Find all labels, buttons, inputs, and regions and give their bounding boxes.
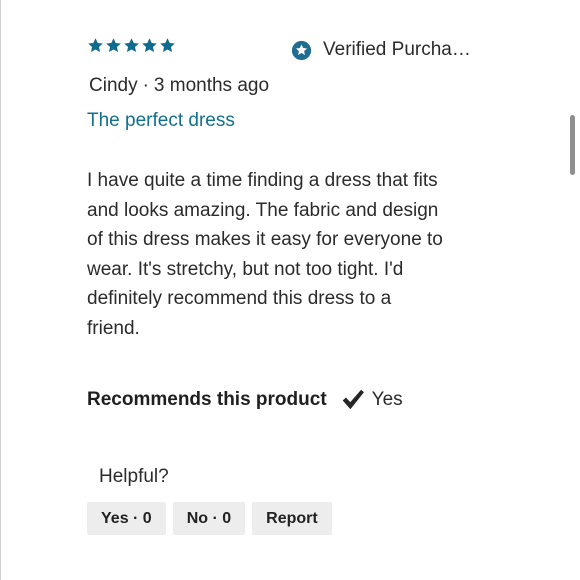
meta-separator: ·	[142, 75, 149, 96]
checkmark-icon	[340, 387, 366, 413]
recommends-value: Yes	[371, 389, 403, 410]
helpful-prompt: Helpful?	[99, 466, 169, 487]
verified-star-icon	[291, 40, 312, 61]
star-rating	[87, 37, 176, 54]
star-icon	[123, 37, 140, 54]
verified-purchase-badge: Verified Purcha…	[291, 39, 471, 61]
star-icon	[159, 37, 176, 54]
helpful-yes-button[interactable]: Yes · 0	[87, 502, 166, 535]
report-button[interactable]: Report	[252, 502, 332, 535]
star-icon	[87, 37, 104, 54]
recommends-row: Recommends this product Yes	[87, 387, 403, 413]
reviewer-name: Cindy	[89, 75, 138, 96]
feedback-buttons: Yes · 0 No · 0 Report	[87, 502, 332, 535]
verified-purchase-label: Verified Purcha…	[323, 39, 471, 60]
star-icon	[105, 37, 122, 54]
helpful-no-button[interactable]: No · 0	[172, 502, 246, 535]
review-body: I have quite a time finding a dress that…	[87, 170, 443, 339]
review-meta: Cindy · 3 months ago	[89, 75, 269, 97]
review-card: Verified Purcha… Cindy · 3 months ago The …	[0, 0, 580, 580]
scrollbar[interactable]	[570, 115, 575, 175]
recommends-label: Recommends this product	[87, 389, 327, 410]
review-date: 3 months ago	[153, 75, 270, 96]
star-icon	[141, 37, 158, 54]
review-title: The perfect dress	[87, 110, 235, 131]
